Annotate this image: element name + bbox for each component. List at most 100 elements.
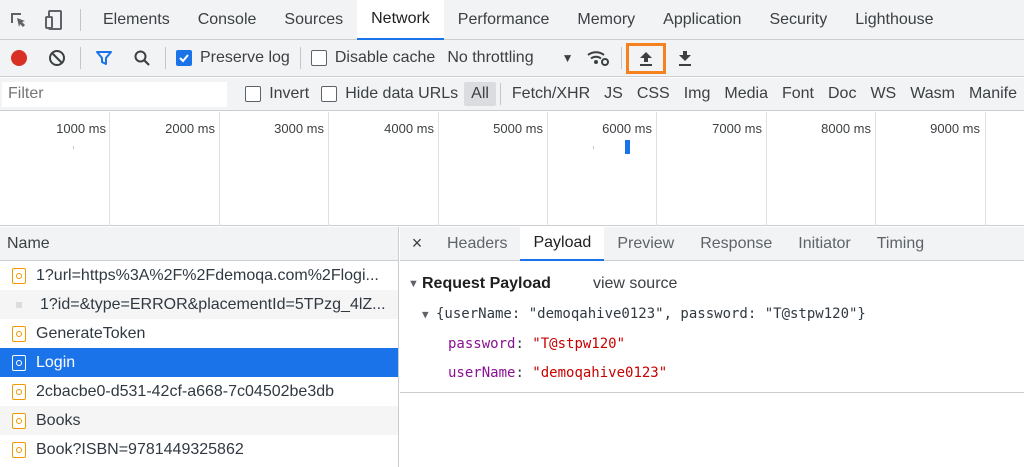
payload-object-summary[interactable]: ▼ {userName: "demoqahive0123", password:… — [400, 299, 1024, 329]
tab-response[interactable]: Response — [687, 227, 785, 261]
filter-bar: Invert Hide data URLs All Fetch/XHR JS C… — [0, 78, 1024, 111]
request-row-selected[interactable]: Login — [0, 348, 398, 377]
timeline-divider — [219, 112, 220, 226]
funnel-icon — [96, 51, 112, 65]
filter-type-ws[interactable]: WS — [863, 82, 903, 106]
timeline-label: 9000 ms — [930, 121, 980, 136]
request-name: 2cbacbe0-d531-42cf-a668-7c04502be3db — [36, 382, 335, 400]
inspect-element-icon[interactable] — [0, 0, 36, 40]
tab-security[interactable]: Security — [755, 0, 841, 40]
filter-type-media[interactable]: Media — [717, 82, 775, 106]
separator — [299, 47, 301, 69]
checkbox-unchecked-icon — [245, 86, 262, 102]
filter-input[interactable] — [2, 81, 228, 107]
separator — [621, 47, 623, 69]
timeline-label: 5000 ms — [493, 121, 543, 136]
tab-memory[interactable]: Memory — [563, 0, 649, 40]
timeline-label: 8000 ms — [821, 121, 871, 136]
request-row[interactable]: 1?id=&type=ERROR&placementId=5TPzg_4lZ..… — [0, 290, 398, 319]
tab-payload[interactable]: Payload — [520, 227, 605, 261]
timeline-overview[interactable]: 1000 ms 2000 ms 3000 ms 4000 ms 5000 ms … — [0, 112, 1024, 226]
preserve-log-label: Preserve log — [200, 49, 290, 66]
name-column-header[interactable]: Name — [0, 227, 398, 261]
request-row[interactable]: 1?url=https%3A%2F%2Fdemoqa.com%2Flogi... — [0, 261, 398, 290]
xhr-icon — [12, 412, 26, 429]
filter-type-manifest[interactable]: Manife — [962, 82, 1024, 106]
clear-button[interactable] — [38, 40, 76, 77]
dropdown-arrow-icon: ▼ — [561, 51, 574, 65]
expand-triangle-icon: ▼ — [422, 307, 429, 321]
disable-cache-checkbox[interactable]: Disable cache — [305, 49, 442, 67]
timeline-divider — [328, 112, 329, 226]
request-row[interactable]: GenerateToken — [0, 319, 398, 348]
timeline-divider — [656, 112, 657, 226]
tab-headers[interactable]: Headers — [434, 227, 520, 261]
export-har-button[interactable] — [666, 40, 704, 77]
tab-performance[interactable]: Performance — [444, 0, 564, 40]
other-resource-icon — [16, 301, 22, 308]
tab-lighthouse[interactable]: Lighthouse — [841, 0, 947, 40]
filter-type-all[interactable]: All — [464, 82, 496, 106]
record-button[interactable] — [0, 40, 38, 77]
import-har-button[interactable] — [626, 42, 667, 74]
devtools-tab-bar: Elements Console Sources Network Perform… — [0, 0, 1024, 40]
request-name: 1?id=&type=ERROR&placementId=5TPzg_4lZ..… — [40, 295, 386, 313]
request-name: 1?url=https%3A%2F%2Fdemoqa.com%2Flogi... — [36, 266, 379, 284]
request-detail-panel: × Headers Payload Preview Response Initi… — [400, 227, 1024, 467]
filter-toggle-button[interactable] — [85, 40, 123, 77]
payload-title: Request Payload — [422, 275, 551, 292]
preserve-log-checkbox[interactable]: Preserve log — [170, 49, 296, 67]
timeline-divider — [547, 112, 548, 226]
request-row[interactable]: 2cbacbe0-d531-42cf-a668-7c04502be3db — [0, 377, 398, 406]
hide-data-urls-checkbox[interactable]: Hide data URLs — [315, 85, 464, 103]
payload-summary-text: {userName: "demoqahive0123", password: "… — [436, 306, 866, 322]
search-button[interactable] — [123, 40, 161, 77]
tab-timing[interactable]: Timing — [864, 227, 937, 261]
separator — [80, 47, 81, 69]
payload-header[interactable]: ▼ Request Payload view source — [400, 269, 1024, 299]
device-toolbar-icon[interactable] — [36, 0, 72, 40]
timeline-label: 4000 ms — [384, 121, 434, 136]
filter-type-font[interactable]: Font — [775, 82, 821, 106]
filter-type-js[interactable]: JS — [597, 82, 630, 106]
hide-data-urls-label: Hide data URLs — [345, 85, 459, 102]
network-conditions-button[interactable] — [579, 40, 617, 77]
property-value: "demoqahive0123" — [532, 364, 668, 381]
timeline-divider — [438, 112, 439, 226]
upload-icon — [640, 51, 653, 66]
request-name: Login — [36, 353, 76, 371]
tab-application[interactable]: Application — [649, 0, 755, 40]
tab-network[interactable]: Network — [357, 0, 444, 40]
search-icon — [134, 50, 150, 66]
filter-type-fetch-xhr[interactable]: Fetch/XHR — [505, 82, 597, 106]
tab-console[interactable]: Console — [184, 0, 271, 40]
filter-type-img[interactable]: Img — [677, 82, 718, 106]
tab-preview[interactable]: Preview — [604, 227, 687, 261]
invert-checkbox[interactable]: Invert — [239, 85, 315, 103]
request-row[interactable]: Books — [0, 406, 398, 435]
record-icon — [11, 50, 27, 66]
expand-triangle-icon: ▼ — [408, 278, 419, 290]
download-icon — [679, 50, 692, 66]
invert-label: Invert — [269, 85, 310, 102]
throttling-select[interactable]: No throttling ▼ — [441, 49, 579, 67]
timeline-divider — [875, 112, 876, 226]
timeline-label: 2000 ms — [165, 121, 215, 136]
timeline-label: 7000 ms — [712, 121, 762, 136]
tab-sources[interactable]: Sources — [270, 0, 357, 40]
tab-elements[interactable]: Elements — [89, 0, 184, 40]
xhr-icon — [12, 354, 26, 371]
request-name: Books — [36, 411, 81, 429]
property-value: "T@stpw120" — [532, 335, 626, 352]
close-detail-button[interactable]: × — [400, 227, 434, 261]
request-row[interactable]: Book?ISBN=9781449325862 — [0, 435, 398, 464]
timeline-divider — [985, 112, 986, 226]
request-list: Name 1?url=https%3A%2F%2Fdemoqa.com%2Flo… — [0, 227, 399, 467]
tab-initiator[interactable]: Initiator — [785, 227, 863, 261]
filter-type-doc[interactable]: Doc — [821, 82, 863, 106]
wifi-settings-icon — [587, 51, 610, 66]
filter-type-wasm[interactable]: Wasm — [903, 82, 962, 106]
checkbox-checked-icon — [176, 50, 192, 66]
view-source-link[interactable]: view source — [593, 275, 677, 293]
filter-type-css[interactable]: CSS — [630, 82, 677, 106]
